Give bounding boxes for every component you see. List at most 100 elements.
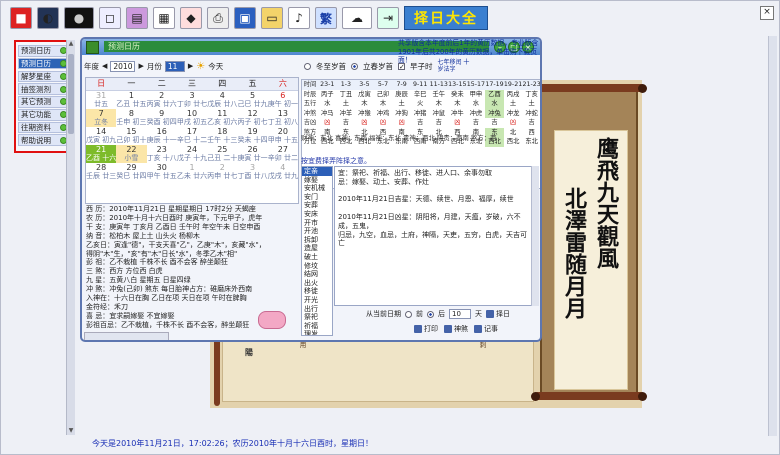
version-note[interactable]: 共享版含本年度前后1年的黄历数据，专业版含1901年后共200年的黄历数据，单击… (398, 39, 540, 65)
event-list-item[interactable]: 移徙 (302, 287, 332, 296)
home-icon[interactable]: ■ (10, 7, 32, 29)
calendar-day[interactable]: 29 癸巳 廿四 (116, 163, 146, 181)
traditional-chinese-button[interactable]: 繁 (315, 7, 337, 29)
photo-icon[interactable]: ◐ (37, 7, 59, 29)
calendar-day[interactable]: 20 甲申 十五 (268, 127, 298, 145)
today-button[interactable]: 今天 (208, 61, 223, 72)
exit-icon[interactable]: ⇥ (377, 7, 399, 29)
scroll-thumb[interactable] (68, 54, 74, 134)
event-list-item[interactable]: 破土 (302, 253, 332, 262)
month-select[interactable]: 11 (164, 60, 185, 72)
weather-icon[interactable]: ☁ (342, 7, 372, 29)
sidebar-item[interactable]: 帮助说明 (18, 134, 70, 147)
lichun-radio[interactable] (351, 62, 358, 70)
after-radio[interactable] (427, 310, 434, 318)
sidebar-item[interactable]: 抽签测剂 (18, 83, 70, 95)
year-next-icon[interactable]: ▶ (138, 62, 143, 70)
shensha-button[interactable]: 神煞 (444, 324, 468, 334)
main-scrollbar[interactable] (768, 36, 777, 436)
print-button[interactable]: 打印 (414, 324, 438, 334)
calendar-day[interactable]: 12 丙子 初七 (237, 109, 267, 127)
calendar-day[interactable]: 30 甲午 廿五 (147, 163, 177, 181)
event-list-item[interactable]: 安机械 (302, 184, 332, 193)
event-list-item[interactable]: 开光 (302, 296, 332, 305)
calendar-day[interactable]: 4 戊辰 廿八 (207, 91, 237, 109)
calendar-day[interactable]: 23 丁亥 十八 (147, 145, 177, 163)
event-list-item[interactable]: 造屋 (302, 244, 332, 253)
day-number: 31 (96, 91, 107, 100)
event-list-item[interactable]: 安葬 (302, 201, 332, 210)
before-radio[interactable] (405, 310, 412, 318)
sidebar-item[interactable]: 其它预测 (18, 96, 70, 108)
moon-icon[interactable]: ● (64, 7, 94, 29)
calendar-day[interactable]: 1 乙未 廿六 (177, 163, 207, 181)
event-list-item[interactable]: 定亲 (302, 167, 332, 176)
save-icon[interactable]: ▣ (234, 7, 256, 29)
event-list-item[interactable]: 开池 (302, 227, 332, 236)
calendar-day[interactable]: 25 己丑 二十 (207, 145, 237, 163)
calendar-day[interactable]: 9 癸酉 初四 (147, 109, 177, 127)
calendar-day[interactable]: 8 壬申 初三 (116, 109, 146, 127)
calendar-day[interactable]: 3 丁卯 廿七 (177, 91, 207, 109)
chat-icon[interactable]: ◻ (99, 7, 121, 29)
detail-scrollbar[interactable] (531, 166, 539, 306)
calendar-day[interactable]: 2 丙寅 廿六 (147, 91, 177, 109)
hour-range: 9-11 (410, 80, 430, 90)
calendar-day[interactable]: 7 立冬 (86, 109, 117, 127)
event-list-item[interactable]: 理发 (302, 330, 332, 335)
calendar-day[interactable]: 11 乙亥 初六 (207, 109, 237, 127)
days-count-input[interactable]: 10 (449, 309, 471, 319)
event-list-item[interactable]: 安床 (302, 210, 332, 219)
event-list-item[interactable]: 祭祀 (302, 313, 332, 322)
calendar-day[interactable]: 1 乙丑 廿五 (116, 91, 146, 109)
month-next-icon[interactable]: ▶ (188, 62, 193, 70)
dongzhi-radio[interactable] (304, 62, 311, 70)
event-list-item[interactable]: 嫁娶 (302, 176, 332, 185)
folder-icon[interactable]: ▭ (261, 7, 283, 29)
calendar-day[interactable]: 22 小雪 (116, 145, 147, 163)
print-icon[interactable]: ⎙ (207, 7, 229, 29)
calendar-day[interactable]: 26 庚寅 廿一 (237, 145, 267, 163)
calendar-day[interactable]: 31 廿五 (86, 91, 116, 109)
year-arrow-icon[interactable]: ◀ (102, 62, 107, 70)
note-button[interactable]: 记事 (474, 324, 498, 334)
sidebar-item[interactable]: 往期资料 (18, 121, 70, 134)
calendar-icon[interactable]: ▦ (153, 7, 175, 29)
book-icon[interactable]: ▤ (126, 7, 148, 29)
event-list[interactable]: 定亲 嫁娶 安机械 安门 安葬 安床 开市 开池 拆卸 造屋 破土 修坟 结网 出火 移徙 开光 出行 祭祀 祈福理… (301, 166, 333, 336)
calendar-day[interactable]: 24 戊子 十九 (177, 145, 207, 163)
event-list-item[interactable]: 出行 (302, 305, 332, 314)
calendar-day[interactable]: 15 己卯 初十 (116, 127, 146, 145)
sidebar-item[interactable]: 其它功能 (18, 108, 70, 121)
calendar-day[interactable]: 28 壬辰 廿三 (86, 163, 116, 181)
lantern-icon[interactable]: ◆ (180, 7, 202, 29)
calendar-day[interactable]: 3 丁酉 廿八 (237, 163, 267, 181)
scroll-down-icon[interactable]: ▼ (67, 427, 75, 435)
sidebar-item[interactable]: 解梦星座 (18, 70, 70, 83)
sidebar-item[interactable]: 预测日历 (18, 45, 70, 57)
event-list-item[interactable]: 修坟 (302, 262, 332, 271)
calendar-day[interactable]: 18 壬午 十三 (207, 127, 237, 145)
sidebar-item[interactable]: 预测日历 (18, 57, 70, 70)
calendar-day[interactable]: 21 乙酉 十六 (86, 145, 117, 163)
calendar-day[interactable]: 2 丙申 廿七 (207, 163, 237, 181)
calendar-day[interactable]: 27 辛卯 廿二 (268, 145, 298, 163)
calendar-day[interactable]: 10 甲戌 初五 (177, 109, 207, 127)
scroll-up-icon[interactable]: ▲ (67, 40, 75, 48)
calendar-day[interactable]: 5 己巳 廿九 (237, 91, 267, 109)
calendar-day[interactable]: 14 戊寅 初九 (86, 127, 116, 145)
calendar-day[interactable]: 4 戊戌 廿九 (268, 163, 298, 181)
close-icon[interactable]: × (760, 6, 774, 20)
calendar-day[interactable]: 16 庚辰 十一 (147, 127, 177, 145)
select-day-button[interactable]: 择日 (486, 309, 510, 319)
sidebar-scrollbar[interactable]: ▲ ▼ (66, 40, 75, 435)
event-list-item[interactable]: 祈福 (302, 322, 332, 331)
calendar-day[interactable]: 13 丁丑 初八 (268, 109, 298, 127)
calendar-day[interactable]: 19 癸未 十四 (237, 127, 267, 145)
event-list-item[interactable]: 开市 (302, 219, 332, 228)
calendar-day[interactable]: 6 庚午 初一 (268, 91, 298, 109)
event-list-item[interactable]: 结网 (302, 270, 332, 279)
calendar-day[interactable]: 17 辛巳 十二 (177, 127, 207, 145)
year-input[interactable]: 2010 (110, 60, 136, 72)
info-icon[interactable]: ♪ (288, 7, 310, 29)
